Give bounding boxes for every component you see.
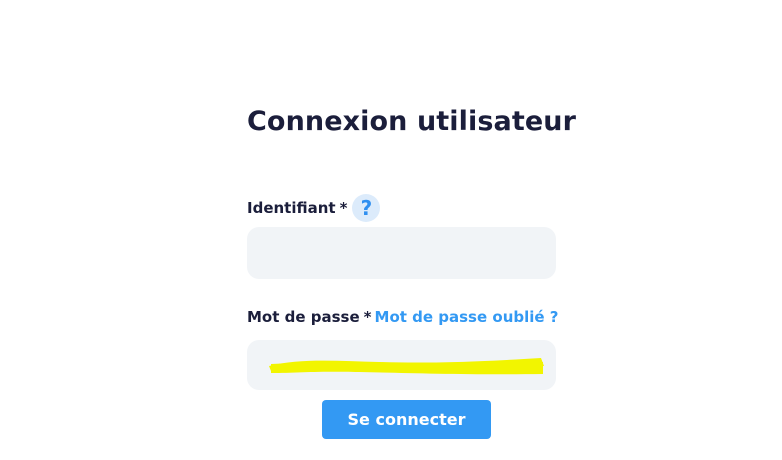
- password-label-row: Mot de passe * Mot de passe oublié ?: [247, 308, 559, 326]
- redaction-mark: [269, 358, 544, 375]
- login-page: Connexion utilisateur Identifiant * ? Mo…: [0, 0, 782, 460]
- page-title: Connexion utilisateur: [247, 106, 577, 137]
- username-required-mark: *: [339, 199, 348, 217]
- password-label: Mot de passe: [247, 308, 360, 326]
- password-required-mark: *: [363, 308, 372, 326]
- forgot-password-link[interactable]: Mot de passe oublié ?: [375, 308, 559, 326]
- submit-button[interactable]: Se connecter: [322, 400, 491, 439]
- username-label: Identifiant: [247, 199, 336, 217]
- username-label-row: Identifiant * ?: [247, 194, 381, 222]
- question-mark-icon[interactable]: ?: [352, 194, 381, 222]
- username-input[interactable]: [247, 227, 556, 279]
- password-input[interactable]: [247, 340, 556, 390]
